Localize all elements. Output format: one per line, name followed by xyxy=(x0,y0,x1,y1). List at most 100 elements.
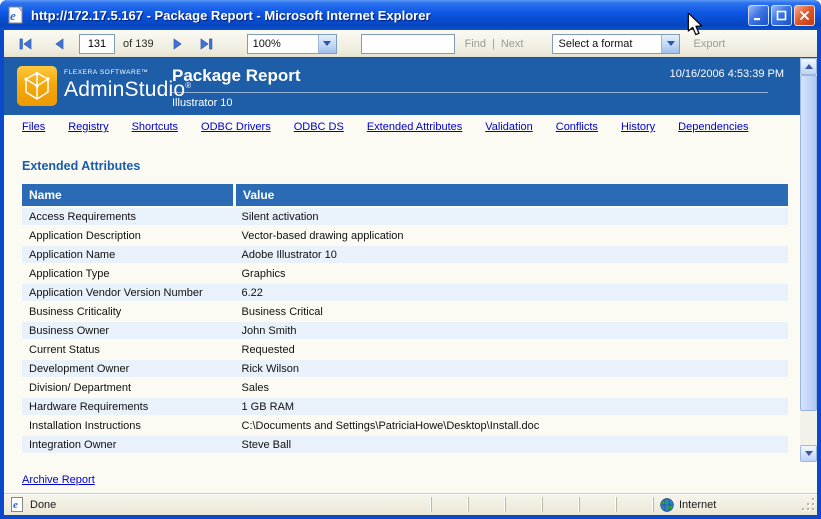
scroll-down-button[interactable] xyxy=(800,445,817,462)
attribute-value-cell: 6.22 xyxy=(235,283,789,302)
table-row: Integration OwnerSteve Ball xyxy=(22,435,788,454)
report-header-banner: FLEXERA SOFTWARE™ AdminStudio® Package R… xyxy=(4,58,800,115)
first-page-button[interactable] xyxy=(19,38,32,50)
status-panel xyxy=(616,497,653,512)
chevron-down-icon[interactable] xyxy=(661,35,679,53)
last-page-button[interactable] xyxy=(200,38,213,50)
find-next-separator: | xyxy=(492,38,495,50)
extended-attributes-table: Name Value Access RequirementsSilent act… xyxy=(22,184,788,455)
table-row: Hardware Requirements1 GB RAM xyxy=(22,397,788,416)
zoom-select[interactable]: 100% xyxy=(247,34,337,54)
attribute-name-cell: Development Owner xyxy=(22,359,235,378)
find-button[interactable]: Find xyxy=(465,38,486,50)
nav-link-history[interactable]: History xyxy=(621,121,655,133)
attribute-name-cell: Application Type xyxy=(22,264,235,283)
nav-link-validation[interactable]: Validation xyxy=(485,121,533,133)
scroll-up-button[interactable] xyxy=(800,58,817,75)
table-row: Division/ DepartmentSales xyxy=(22,378,788,397)
nav-link-shortcuts[interactable]: Shortcuts xyxy=(132,121,178,133)
attribute-value-cell: Business Critical xyxy=(235,302,789,321)
security-zone-panel: Internet xyxy=(653,497,801,512)
attribute-name-cell: Division/ Department xyxy=(22,378,235,397)
nav-link-extended-attributes[interactable]: Extended Attributes xyxy=(367,121,462,133)
attribute-value-cell: Steve Ball xyxy=(235,435,789,454)
svg-text:e: e xyxy=(13,499,18,511)
section-heading: Extended Attributes xyxy=(22,159,140,173)
find-text-input[interactable] xyxy=(361,34,455,54)
table-row: Application TypeGraphics xyxy=(22,264,788,283)
table-header-row: Name Value xyxy=(22,184,788,207)
attribute-value-cell: Adobe Illustrator 10 xyxy=(235,245,789,264)
status-panel xyxy=(505,497,542,512)
table-row: Business OwnerJohn Smith xyxy=(22,321,788,340)
table-row: Application NameAdobe Illustrator 10 xyxy=(22,245,788,264)
status-text: Done xyxy=(30,499,56,511)
ie-page-icon: e xyxy=(9,497,25,512)
adminstudio-cube-icon xyxy=(17,66,57,106)
attribute-value-cell: Silent activation xyxy=(235,207,789,226)
maximize-button[interactable] xyxy=(771,5,792,26)
next-result-button[interactable]: Next xyxy=(501,38,524,50)
nav-link-odbc-ds[interactable]: ODBC DS xyxy=(294,121,344,133)
page-count-label: of 139 xyxy=(123,38,154,50)
ie-page-icon: e xyxy=(6,6,26,24)
nav-link-conflicts[interactable]: Conflicts xyxy=(556,121,598,133)
report-toolbar: of 139 100% Find | Next Select a format … xyxy=(4,30,817,58)
archive-report-link[interactable]: Archive Report xyxy=(22,474,95,486)
report-content: FLEXERA SOFTWARE™ AdminStudio® Package R… xyxy=(4,58,817,494)
title-bar: e http://172.17.5.167 - Package Report -… xyxy=(0,0,821,30)
table-row: Installation InstructionsC:\Documents an… xyxy=(22,416,788,435)
attribute-name-cell: Hardware Requirements xyxy=(22,397,235,416)
resize-grip[interactable] xyxy=(801,497,816,512)
nav-link-odbc-drivers[interactable]: ODBC Drivers xyxy=(201,121,271,133)
page-number-input[interactable] xyxy=(79,34,115,54)
attribute-value-cell: John Smith xyxy=(235,321,789,340)
status-panel xyxy=(579,497,616,512)
page-title: Package Report xyxy=(172,66,301,86)
report-section-nav: Files Registry Shortcuts ODBC Drivers OD… xyxy=(22,121,749,133)
attribute-value-cell: C:\Documents and Settings\PatriciaHowe\D… xyxy=(235,416,789,435)
column-header-name: Name xyxy=(22,184,235,207)
attribute-value-cell: Requested xyxy=(235,340,789,359)
nav-link-files[interactable]: Files xyxy=(22,121,45,133)
export-format-select[interactable]: Select a format xyxy=(552,34,680,54)
zone-label: Internet xyxy=(679,499,716,511)
package-name: Illustrator 10 xyxy=(172,97,233,109)
attribute-value-cell: 1 GB RAM xyxy=(235,397,789,416)
attribute-name-cell: Application Name xyxy=(22,245,235,264)
nav-link-registry[interactable]: Registry xyxy=(68,121,108,133)
vertical-scrollbar[interactable] xyxy=(800,58,817,462)
adminstudio-logo: FLEXERA SOFTWARE™ AdminStudio® xyxy=(17,66,191,106)
nav-link-dependencies[interactable]: Dependencies xyxy=(678,121,748,133)
zoom-value: 100% xyxy=(248,38,318,50)
browser-window: e http://172.17.5.167 - Package Report -… xyxy=(0,0,821,519)
attribute-name-cell: Business Criticality xyxy=(22,302,235,321)
chevron-down-icon[interactable] xyxy=(318,35,336,53)
attribute-name-cell: Application Vendor Version Number xyxy=(22,283,235,302)
attribute-value-cell: Rick Wilson xyxy=(235,359,789,378)
previous-page-button[interactable] xyxy=(55,38,64,50)
close-button[interactable] xyxy=(794,5,815,26)
export-format-value: Select a format xyxy=(553,38,661,50)
attribute-value-cell: Vector-based drawing application xyxy=(235,226,789,245)
table-row: Current StatusRequested xyxy=(22,340,788,359)
internet-globe-icon xyxy=(660,498,674,512)
export-button[interactable]: Export xyxy=(693,38,725,50)
status-panel xyxy=(542,497,579,512)
table-row: Access RequirementsSilent activation xyxy=(22,207,788,226)
table-row: Development OwnerRick Wilson xyxy=(22,359,788,378)
attribute-name-cell: Business Owner xyxy=(22,321,235,340)
scrollbar-thumb[interactable] xyxy=(800,75,817,411)
status-panel xyxy=(468,497,505,512)
attribute-value-cell: Graphics xyxy=(235,264,789,283)
next-page-button[interactable] xyxy=(173,38,182,50)
attribute-name-cell: Current Status xyxy=(22,340,235,359)
minimize-button[interactable] xyxy=(748,5,769,26)
window-title: http://172.17.5.167 - Package Report - M… xyxy=(31,8,748,23)
attribute-name-cell: Integration Owner xyxy=(22,435,235,454)
column-header-value: Value xyxy=(235,184,789,207)
table-row: Business CriticalityBusiness Critical xyxy=(22,302,788,321)
table-row: Application DescriptionVector-based draw… xyxy=(22,226,788,245)
report-timestamp: 10/16/2006 4:53:39 PM xyxy=(670,68,784,80)
status-panel xyxy=(431,497,468,512)
